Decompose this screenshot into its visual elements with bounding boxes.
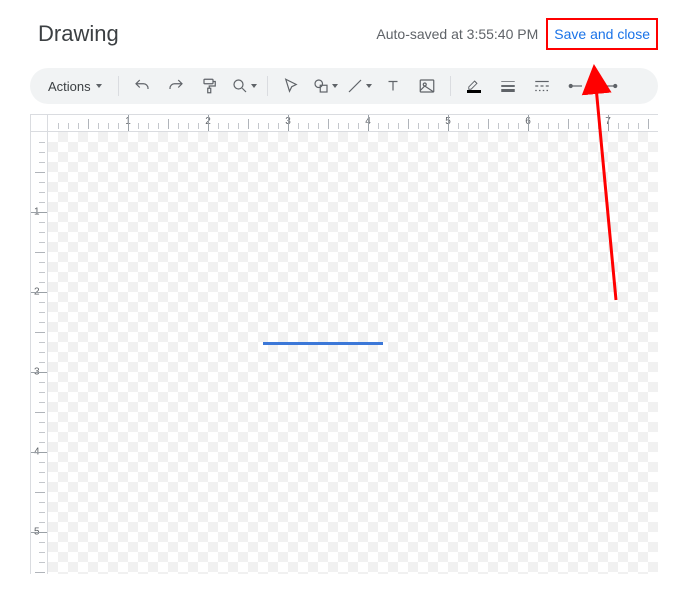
auto-saved-text: Auto-saved at 3:55:40 PM	[376, 26, 538, 42]
drawn-line-shape[interactable]	[263, 342, 383, 345]
image-icon	[418, 77, 436, 95]
line-color-button[interactable]	[459, 72, 489, 100]
line-weight-icon	[499, 77, 517, 95]
actions-menu-label: Actions	[48, 79, 91, 94]
ruler-corner	[30, 114, 48, 132]
text-box-button[interactable]	[378, 72, 408, 100]
image-button[interactable]	[412, 72, 442, 100]
shape-tool-button[interactable]	[310, 72, 340, 100]
header-right: Auto-saved at 3:55:40 PM Save and close	[376, 18, 658, 50]
select-tool-button[interactable]	[276, 72, 306, 100]
toolbar-separator	[118, 76, 119, 96]
redo-icon	[167, 77, 185, 95]
drawing-toolbar: Actions	[30, 68, 658, 104]
line-tool-button[interactable]	[344, 72, 374, 100]
caret-down-icon	[251, 84, 257, 88]
drawing-editor: 1234567 12345	[30, 114, 658, 574]
line-dash-button[interactable]	[527, 72, 557, 100]
save-and-close-button[interactable]: Save and close	[546, 18, 658, 50]
toolbar-separator	[267, 76, 268, 96]
paint-roller-icon	[201, 77, 219, 95]
zoom-button[interactable]	[229, 72, 259, 100]
undo-icon	[133, 77, 151, 95]
redo-button[interactable]	[161, 72, 191, 100]
drawing-canvas[interactable]	[48, 132, 658, 574]
text-box-icon	[384, 77, 402, 95]
caret-down-icon	[332, 84, 338, 88]
paint-format-button[interactable]	[195, 72, 225, 100]
dialog-header: Drawing Auto-saved at 3:55:40 PM Save an…	[0, 0, 676, 68]
dialog-title: Drawing	[38, 21, 119, 47]
toolbar-separator	[450, 76, 451, 96]
shapes-icon	[312, 77, 330, 95]
line-start-button[interactable]	[561, 72, 591, 100]
caret-down-icon	[366, 84, 372, 88]
horizontal-ruler[interactable]: 1234567	[48, 114, 658, 132]
line-icon	[346, 77, 364, 95]
undo-button[interactable]	[127, 72, 157, 100]
vertical-ruler[interactable]: 12345	[30, 132, 48, 574]
cursor-icon	[282, 77, 300, 95]
line-end-icon	[601, 77, 619, 95]
line-dash-icon	[533, 77, 551, 95]
line-start-icon	[567, 77, 585, 95]
zoom-icon	[231, 77, 249, 95]
line-end-button[interactable]	[595, 72, 625, 100]
caret-down-icon	[96, 84, 102, 88]
pencil-icon	[465, 77, 483, 91]
line-weight-button[interactable]	[493, 72, 523, 100]
actions-menu-button[interactable]: Actions	[40, 72, 110, 100]
